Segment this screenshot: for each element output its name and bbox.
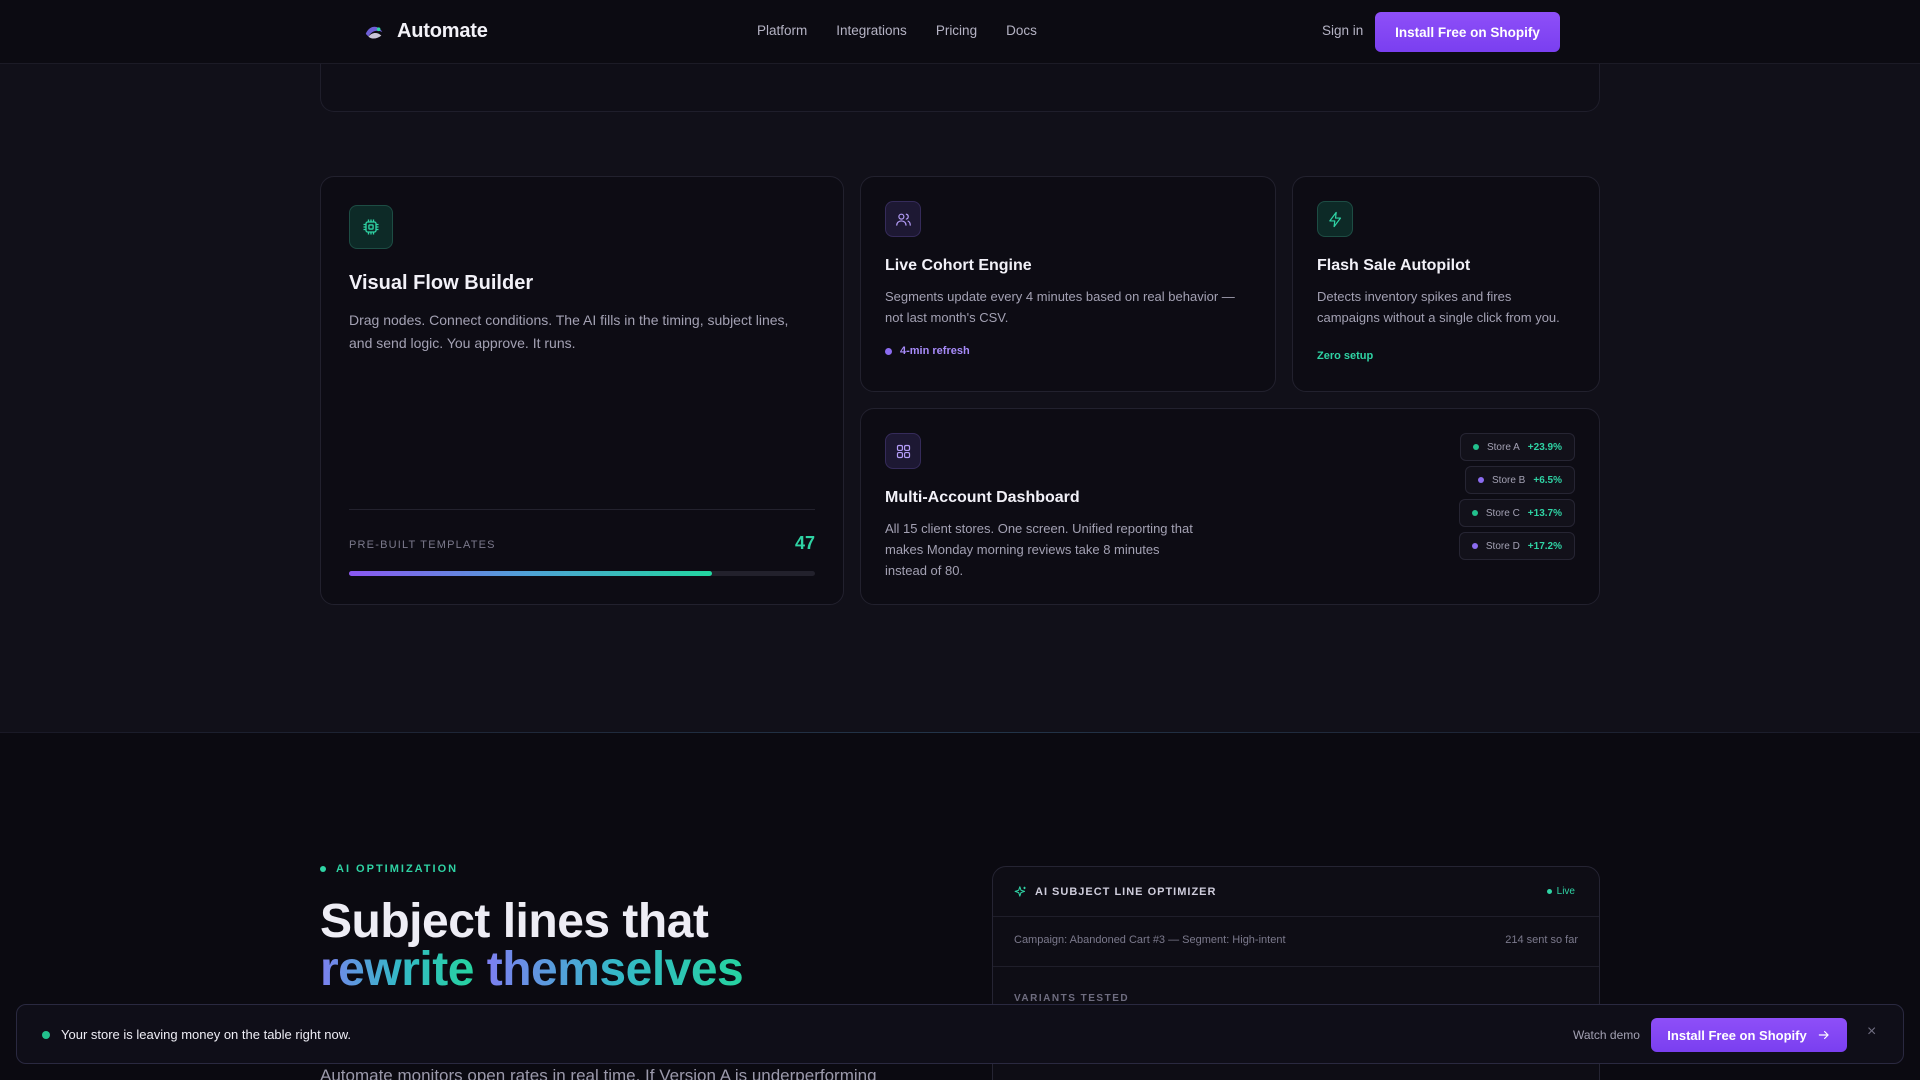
live-status: Live: [1546, 886, 1575, 897]
store-list: Store A +23.9% Store B +6.5% Store C +13…: [1458, 433, 1575, 560]
feature-card-multi-account-dashboard: Multi-Account Dashboard All 15 client st…: [860, 408, 1600, 605]
store-dot: [1471, 510, 1478, 516]
grid-icon-box: [885, 433, 921, 469]
templates-count: 47: [794, 533, 815, 553]
store-name: Store A: [1486, 441, 1520, 453]
section-eyebrow: AI OPTIMIZATION: [320, 863, 458, 875]
store-change: +23.9%: [1527, 441, 1562, 453]
nav-link-docs[interactable]: Docs: [1006, 23, 1037, 38]
store-change: +17.2%: [1527, 540, 1562, 552]
refresh-tag: 4-min refresh: [885, 345, 970, 357]
tag-dot: [885, 347, 892, 355]
store-name: Store D: [1485, 540, 1520, 552]
close-icon[interactable]: ×: [1867, 1023, 1876, 1041]
live-label: Live: [1556, 886, 1575, 897]
nav-link-platform[interactable]: Platform: [757, 23, 807, 38]
store-name: Store C: [1485, 507, 1520, 519]
nav-link-pricing[interactable]: Pricing: [936, 23, 977, 38]
feature-card-visual-flow-builder: Visual Flow Builder Drag nodes. Connect …: [320, 176, 844, 605]
users-icon: [895, 213, 911, 226]
lightning-icon-box: [1317, 201, 1353, 237]
banner-status-dot: [42, 1031, 50, 1039]
card-title: Multi-Account Dashboard: [885, 489, 1080, 506]
campaign-info: Campaign: Abandoned Cart #3 — Segment: H…: [1014, 934, 1286, 946]
templates-progress-bar: [349, 571, 815, 576]
variants-label: VARIANTS TESTED: [1014, 993, 1130, 1004]
store-pill: Store B +6.5%: [1465, 466, 1575, 494]
panel-title: AI SUBJECT LINE OPTIMIZER: [1035, 886, 1217, 898]
sticky-cta-banner: Your store is leaving money on the table…: [16, 1004, 1904, 1064]
top-navigation: Automate Platform Integrations Pricing D…: [0, 0, 1920, 64]
brand-logo-icon: [365, 26, 383, 39]
nav-links: Platform Integrations Pricing Docs: [757, 23, 1037, 38]
section-headline: Subject lines that rewrite themselves: [320, 895, 744, 996]
panel-divider: [993, 966, 1599, 967]
nav-link-integrations[interactable]: Integrations: [836, 23, 907, 38]
headline-gradient-word-2: themselves: [486, 943, 744, 996]
card-description: Segments update every 4 minutes based on…: [885, 289, 1235, 325]
store-name: Store B: [1492, 474, 1526, 486]
sparkle-icon: [1014, 886, 1026, 897]
card-title: Flash Sale Autopilot: [1317, 257, 1471, 274]
chip-icon-box: [349, 205, 393, 249]
store-change: +13.7%: [1527, 507, 1562, 519]
headline-gradient-word-1: rewrite: [320, 943, 474, 996]
card-description: All 15 client stores. One screen. Unifie…: [885, 521, 1193, 578]
card-description: Detects inventory spikes and fires campa…: [1317, 289, 1560, 325]
store-pill: Store D +17.2%: [1458, 532, 1575, 560]
live-dot: [1546, 889, 1552, 894]
sign-in-link[interactable]: Sign in: [1322, 23, 1363, 38]
divider: [349, 509, 815, 510]
templates-label: PRE-BUILT TEMPLATES: [349, 539, 496, 551]
tag-label: 4-min refresh: [900, 345, 970, 357]
section-subcopy: Automate monitors open rates in real tim…: [320, 1066, 877, 1080]
arrow-right-icon: [1818, 1030, 1829, 1040]
store-dot: [1471, 543, 1478, 549]
feature-card-live-cohort-engine: Live Cohort Engine Segments update every…: [860, 176, 1276, 392]
grid-icon: [896, 444, 910, 458]
banner-text: Your store is leaving money on the table…: [61, 1027, 352, 1042]
banner-cta-label: Install Free on Shopify: [1667, 1027, 1807, 1043]
panel-header: AI SUBJECT LINE OPTIMIZER Live: [993, 867, 1599, 917]
install-shopify-button[interactable]: Install Free on Shopify: [1375, 12, 1560, 52]
banner-install-shopify-button[interactable]: Install Free on Shopify: [1651, 1018, 1847, 1052]
brand-name: Automate: [397, 20, 488, 42]
watch-demo-link[interactable]: Watch demo: [1573, 1028, 1640, 1042]
zero-setup-tag: Zero setup: [1317, 350, 1374, 362]
feature-card-flash-sale-autopilot: Flash Sale Autopilot Detects inventory s…: [1292, 176, 1600, 392]
sent-count: 214 sent so far: [1505, 934, 1578, 946]
lightning-icon: [1328, 211, 1341, 227]
users-icon-box: [885, 201, 921, 237]
brand[interactable]: Automate: [363, 20, 488, 43]
store-pill: Store A +23.9%: [1459, 433, 1575, 461]
card-title: Visual Flow Builder: [349, 272, 534, 294]
store-dot: [1478, 477, 1484, 483]
eyebrow-dot: [320, 866, 326, 872]
store-dot: [1472, 444, 1479, 450]
store-change: +6.5%: [1533, 474, 1562, 486]
card-title: Live Cohort Engine: [885, 257, 1032, 274]
card-description: Drag nodes. Connect conditions. The AI f…: [349, 312, 789, 351]
store-pill: Store C +13.7%: [1458, 499, 1575, 527]
templates-progress-fill: [349, 571, 713, 576]
headline-line-1: Subject lines that: [320, 895, 709, 948]
chip-icon: [363, 219, 379, 235]
eyebrow-label: AI OPTIMIZATION: [336, 863, 459, 875]
